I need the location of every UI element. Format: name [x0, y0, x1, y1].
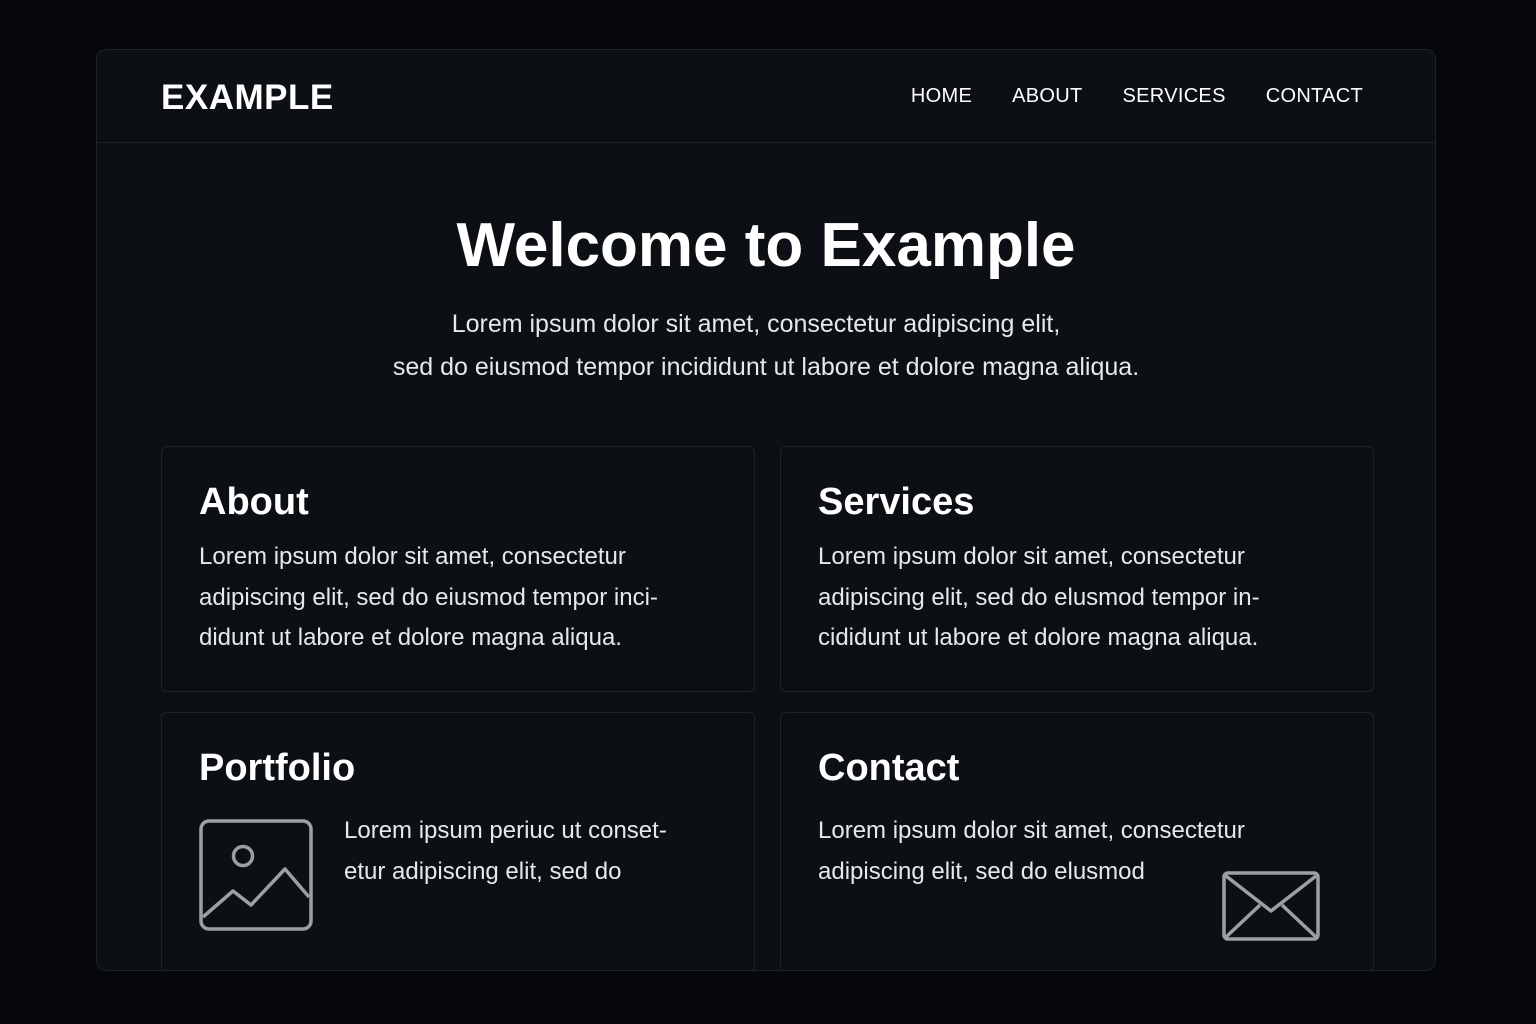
hero-subtitle-line-1: Lorem ipsum dolor sit amet, consectetur … [451, 310, 1061, 338]
services-card: Services Lorem ipsum dolor sit amet, con… [780, 446, 1374, 692]
hero-title: Welcome to Example [456, 211, 1076, 280]
browser-frame: EXAMPLE HOME ABOUT SERVICES CONTACT Welc… [96, 49, 1436, 971]
nav-home-link[interactable]: HOME [911, 85, 972, 108]
contact-card: Contact Lorem ipsum dolor sit amet, cons… [780, 712, 1374, 970]
top-navbar: EXAMPLE HOME ABOUT SERVICES CONTACT [97, 50, 1435, 143]
nav-contact-link[interactable]: CONTACT [1266, 85, 1363, 108]
portfolio-card-title: Portfolio [199, 747, 356, 789]
portfolio-card-text-line: etur adipiscing elit, sed do [344, 858, 622, 885]
services-card-text-line: cididunt ut labore et dolore magna aliqu… [818, 624, 1259, 651]
portfolio-card-text-line: Lorem ipsum periuc ut conset- [344, 817, 667, 844]
about-card: About Lorem ipsum dolor sit amet, consec… [161, 446, 755, 692]
contact-card-title: Contact [818, 747, 960, 789]
contact-card-text-line: adipiscing elit, sed do elusmod [818, 858, 1145, 885]
main-nav: HOME ABOUT SERVICES CONTACT [911, 85, 1363, 108]
image-icon [199, 819, 313, 931]
portfolio-card: Portfolio Lorem ipsum periuc ut conset- … [161, 712, 755, 970]
contact-card-text-line: Lorem ipsum dolor sit amet, consectetur [818, 817, 1245, 844]
about-card-text-line: Lorem ipsum dolor sit amet, consectetur [199, 543, 626, 570]
services-card-title: Services [818, 481, 975, 523]
hero-subtitle-line-2: sed do eiusmod tempor incididunt ut labo… [392, 353, 1140, 381]
nav-about-link[interactable]: ABOUT [1012, 85, 1082, 108]
mail-icon[interactable] [1222, 871, 1320, 941]
about-card-title: About [199, 481, 309, 523]
about-card-text-line: adipiscing elit, sed do eiusmod tempor i… [199, 584, 658, 611]
about-card-text-line: didunt ut labore et dolore magna aliqua. [199, 624, 622, 651]
services-card-text-line: Lorem ipsum dolor sit amet, consectetur [818, 543, 1245, 570]
services-card-text-line: adipiscing elit, sed do elusmod tempor i… [818, 584, 1260, 611]
nav-services-link[interactable]: SERVICES [1123, 85, 1226, 108]
brand-logo[interactable]: EXAMPLE [161, 78, 334, 118]
